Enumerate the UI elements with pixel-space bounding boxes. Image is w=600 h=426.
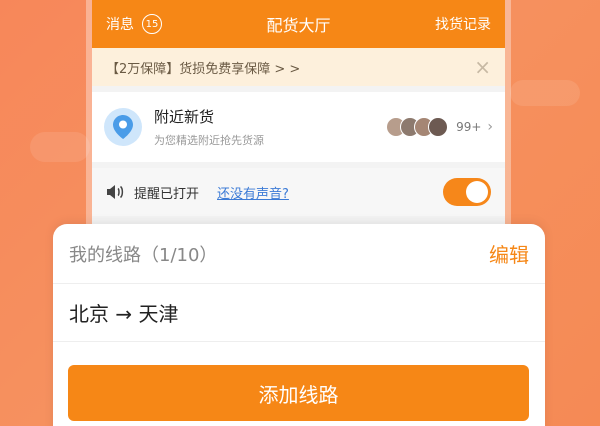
messages-label: 消息	[106, 17, 134, 33]
guarantee-notice-banner[interactable]: 【2万保障】货损免费享保障 > > ×	[92, 48, 505, 86]
location-pin-icon	[104, 108, 142, 146]
avatar	[428, 117, 449, 137]
edit-routes-button[interactable]: 编辑	[489, 239, 529, 268]
find-records-button[interactable]: 找货记录	[435, 14, 491, 34]
nearby-title: 附近新货	[154, 108, 215, 126]
top-navigation-bar: 消息 15 配货大厅 找货记录	[92, 0, 505, 48]
route-item[interactable]: 北京 → 天津	[53, 284, 545, 342]
notice-text: 【2万保障】货损免费享保障 > >	[106, 61, 301, 77]
add-route-button[interactable]: 添加线路	[68, 365, 529, 421]
sound-reminder-row: 提醒已打开 还没有声音?	[92, 168, 505, 216]
routes-header: 我的线路（1/10） 编辑	[53, 224, 545, 284]
reminder-status-text: 提醒已打开	[134, 186, 200, 202]
chevron-right-icon: ›	[487, 119, 493, 135]
background-decoration	[30, 132, 90, 162]
toggle-knob	[466, 181, 488, 203]
my-routes-sheet: 我的线路（1/10） 编辑 北京 → 天津 添加线路	[53, 224, 545, 426]
routes-count-label: 我的线路（1/10）	[69, 244, 218, 266]
speaker-icon	[107, 185, 124, 199]
nearby-new-cargo-row[interactable]: 附近新货 为您精选附近抢先货源 99+ ›	[92, 92, 505, 162]
background-decoration	[510, 80, 580, 106]
nearby-subtitle: 为您精选附近抢先货源	[154, 134, 264, 147]
avatar-group	[386, 117, 449, 137]
nearby-count: 99+	[456, 120, 482, 134]
reminder-toggle[interactable]	[443, 178, 491, 206]
messages-count-badge: 15	[142, 14, 162, 34]
no-sound-help-link[interactable]: 还没有声音?	[217, 183, 289, 202]
messages-button[interactable]: 消息 15	[106, 14, 162, 34]
close-icon[interactable]: ×	[474, 57, 491, 77]
